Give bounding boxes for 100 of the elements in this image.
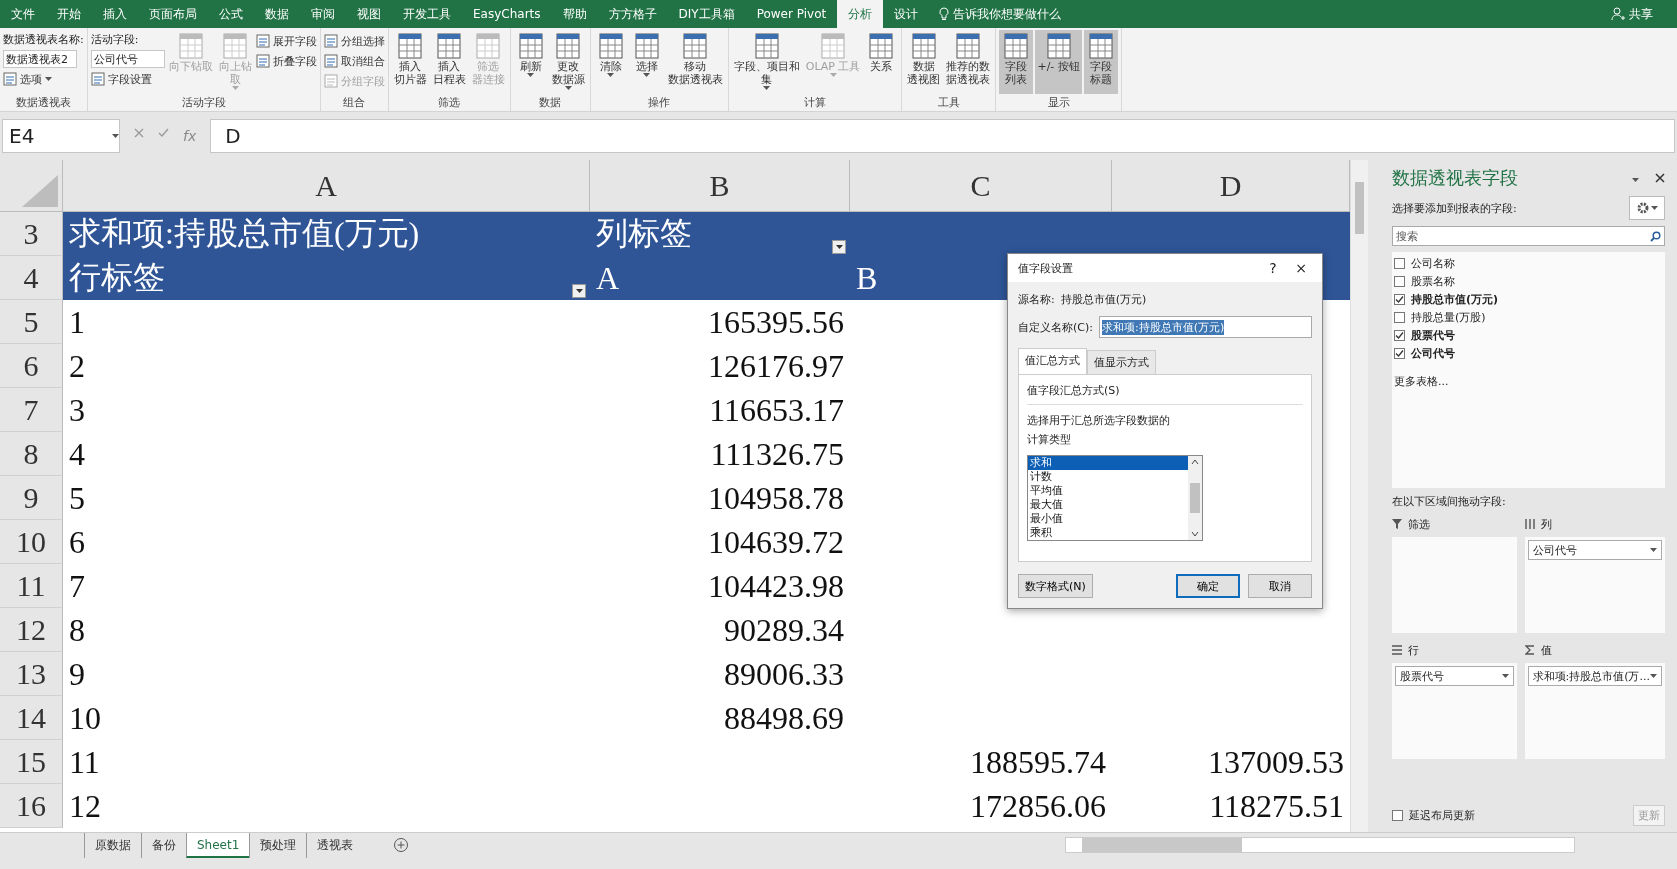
ribbon-button[interactable]: 推荐的数 据透视表 xyxy=(944,30,993,94)
settings-button[interactable] xyxy=(1629,196,1665,220)
ribbon-tab[interactable]: 插入 xyxy=(92,0,138,28)
list-option[interactable]: 平均值 xyxy=(1028,484,1188,498)
ribbon-button[interactable]: 字段 标题 xyxy=(1083,30,1118,94)
dialog-button[interactable]: 数字格式(N) xyxy=(1018,574,1093,598)
ribbon-button[interactable]: 更改 数据源 xyxy=(549,30,587,94)
ribbon-button[interactable]: 选择 xyxy=(629,30,664,94)
ribbon-button[interactable]: 移动 数据透视表 xyxy=(665,30,725,94)
row-header[interactable]: 5 xyxy=(0,300,63,344)
custom-name-field[interactable]: 求和项:持股总市值(万元) xyxy=(1099,316,1312,338)
ribbon-tab[interactable]: 视图 xyxy=(346,0,392,28)
filter-button[interactable] xyxy=(572,284,586,298)
area-field[interactable]: 股票代号 xyxy=(1395,666,1514,686)
dialog-tab[interactable]: 值汇总方式 xyxy=(1018,348,1087,374)
drop-area[interactable]: 股票代号 xyxy=(1392,663,1517,759)
ribbon-tab[interactable]: 开发工具 xyxy=(392,0,462,28)
ribbon-button[interactable]: 取消组合 xyxy=(323,52,385,70)
ribbon-button[interactable]: 折叠字段 xyxy=(255,52,317,70)
sheet-tab[interactable]: Sheet1 xyxy=(186,833,250,858)
row-header[interactable]: 6 xyxy=(0,344,63,388)
ribbon-button[interactable]: 插入 切片器 xyxy=(391,30,429,94)
list-option[interactable]: 最小值 xyxy=(1028,512,1188,526)
column-header[interactable]: C xyxy=(850,160,1112,211)
close-button[interactable]: × xyxy=(1290,260,1312,276)
row-header[interactable]: 15 xyxy=(0,740,63,784)
search-field[interactable]: 搜索 xyxy=(1392,226,1665,246)
close-icon[interactable] xyxy=(1655,173,1665,183)
scroll-down-icon[interactable] xyxy=(1191,531,1199,537)
scroll-up-icon[interactable] xyxy=(1191,459,1199,465)
list-option[interactable]: 求和 xyxy=(1028,456,1188,470)
ribbon-button[interactable]: 数据 透视图 xyxy=(905,30,943,94)
sheet-tab[interactable]: 原数据 xyxy=(84,833,141,858)
ribbon-button[interactable]: 展开字段 xyxy=(255,32,317,50)
area-field[interactable]: 公司代号 xyxy=(1527,540,1662,560)
row-header[interactable]: 12 xyxy=(0,608,63,652)
ribbon-button[interactable]: 插入 日程表 xyxy=(430,30,468,94)
row-header[interactable]: 4 xyxy=(0,256,63,300)
checkbox[interactable] xyxy=(1394,312,1405,323)
dialog-button[interactable]: 确定 xyxy=(1176,574,1240,598)
horizontal-scrollbar[interactable] xyxy=(1065,837,1575,853)
ribbon-tab[interactable]: 设计 xyxy=(883,0,930,28)
ribbon-button[interactable]: 字段、项目和 集 xyxy=(731,30,802,94)
column-header[interactable]: A xyxy=(63,160,590,211)
calculation-listbox[interactable]: 求和 计数 平均值 最大值 最小值 乘积 xyxy=(1027,455,1203,541)
dialog-tab[interactable]: 值显示方式 xyxy=(1087,350,1156,374)
checkbox[interactable] xyxy=(1394,294,1405,305)
ribbon-tab[interactable]: 数据 xyxy=(254,0,300,28)
share-button[interactable]: 共享 xyxy=(1611,0,1677,28)
ribbon-tab[interactable]: 文件 xyxy=(0,0,46,28)
ribbon-tab[interactable]: 分析 xyxy=(837,0,884,28)
formula-bar[interactable]: D xyxy=(210,119,1675,153)
checkbox[interactable] xyxy=(1394,330,1405,341)
ribbon-tab[interactable]: 页面布局 xyxy=(138,0,208,28)
add-sheet-icon[interactable] xyxy=(393,837,410,853)
ribbon-tab[interactable]: EasyCharts xyxy=(462,0,552,28)
column-header[interactable]: B xyxy=(590,160,850,211)
ribbon-button[interactable]: 字段 列表 xyxy=(999,30,1034,94)
row-header[interactable]: 10 xyxy=(0,520,63,564)
row-header[interactable]: 11 xyxy=(0,564,63,608)
checkbox[interactable] xyxy=(1394,258,1405,269)
ribbon-button[interactable]: 选项 xyxy=(3,70,84,88)
ribbon-tab[interactable]: Power Pivot xyxy=(745,0,838,28)
ribbon-button[interactable]: 字段设置 xyxy=(90,70,165,88)
ribbon-button[interactable]: 清除 xyxy=(593,30,628,94)
row-header[interactable]: 9 xyxy=(0,476,63,520)
row-header[interactable]: 3 xyxy=(0,212,63,256)
tell-me-search[interactable]: 告诉我你想要做什么 xyxy=(939,0,1062,28)
filter-button[interactable] xyxy=(832,240,846,254)
row-header[interactable]: 16 xyxy=(0,784,63,828)
ribbon-button[interactable]: 分组选择 xyxy=(323,32,385,50)
row-header[interactable]: 13 xyxy=(0,652,63,696)
sheet-tab[interactable]: 预处理 xyxy=(249,833,307,858)
ribbon-tab[interactable]: 帮助 xyxy=(551,0,598,28)
more-tables-link[interactable]: 更多表格... xyxy=(1394,374,1663,389)
ribbon-button[interactable]: +/- 按钮 xyxy=(1035,30,1082,94)
list-option[interactable]: 计数 xyxy=(1028,470,1188,484)
list-option[interactable]: 最大值 xyxy=(1028,498,1188,512)
check-icon[interactable] xyxy=(158,128,169,138)
list-option[interactable]: 乘积 xyxy=(1028,526,1188,540)
sheet-tab[interactable]: 透视表 xyxy=(306,833,364,858)
ribbon-tab[interactable]: 审阅 xyxy=(300,0,346,28)
ribbon-button[interactable]: 刷新 xyxy=(513,30,548,94)
area-field[interactable]: 求和项:持股总市值(万... xyxy=(1527,666,1662,686)
list-scrollbar[interactable] xyxy=(1188,456,1202,540)
drop-area[interactable]: 公司代号 xyxy=(1524,537,1665,633)
input-field[interactable]: 公司代号 xyxy=(90,50,165,68)
input-field[interactable]: 数据透视表2 xyxy=(3,50,77,68)
ribbon-tab[interactable]: 开始 xyxy=(46,0,92,28)
dialog-button[interactable]: 取消 xyxy=(1248,574,1312,598)
checkbox[interactable] xyxy=(1392,810,1403,821)
help-button[interactable]: ? xyxy=(1262,260,1284,276)
ribbon-tab[interactable]: DIY工具箱 xyxy=(667,0,746,28)
name-box[interactable]: E4 xyxy=(2,119,120,153)
ribbon-button[interactable]: 关系 xyxy=(864,30,899,94)
checkbox[interactable] xyxy=(1394,276,1405,287)
ribbon-tab[interactable]: 公式 xyxy=(208,0,254,28)
row-header[interactable]: 8 xyxy=(0,432,63,476)
ribbon-tab[interactable]: 方方格子 xyxy=(597,0,668,28)
row-header[interactable]: 14 xyxy=(0,696,63,740)
